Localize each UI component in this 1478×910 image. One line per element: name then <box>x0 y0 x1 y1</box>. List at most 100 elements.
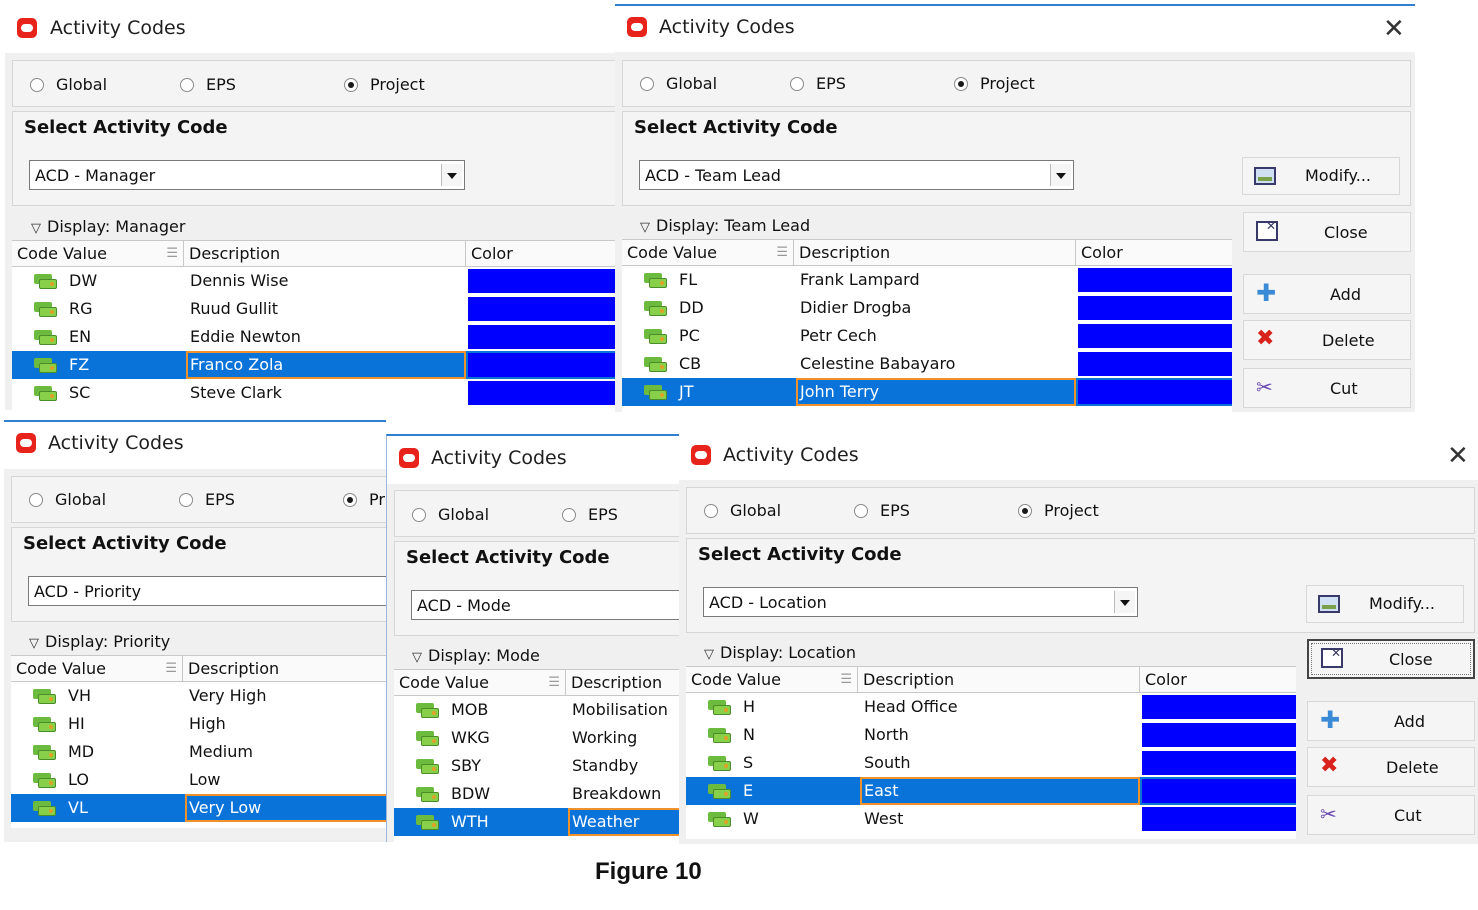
radio-global[interactable]: Global <box>704 501 781 520</box>
column-header-code-value[interactable]: Code Value ☰ <box>12 241 184 266</box>
column-header-description[interactable]: Description <box>183 656 386 681</box>
column-header-code-value[interactable]: Code Value ☰ <box>686 667 858 692</box>
column-header-color[interactable]: Color <box>1076 240 1232 265</box>
table-row-selected[interactable]: WTH Weather <box>394 808 679 836</box>
close-button[interactable]: Close <box>1243 212 1411 252</box>
close-button[interactable]: Close <box>1307 639 1475 679</box>
table-row[interactable]: S South <box>686 749 1296 777</box>
row-description-editing[interactable]: East <box>860 777 1140 805</box>
radio-global[interactable]: Global <box>640 74 717 93</box>
radio-project[interactable]: Pr <box>343 490 385 509</box>
table-row[interactable]: PC Petr Cech <box>622 322 1232 350</box>
row-code: W <box>743 809 759 828</box>
radio-indicator-selected <box>343 492 357 507</box>
row-code: FZ <box>69 355 90 374</box>
radio-global[interactable]: Global <box>30 75 107 94</box>
column-header-description[interactable]: Description <box>794 240 1076 265</box>
table-row[interactable]: EN Eddie Newton <box>12 323 615 351</box>
radio-project[interactable]: Project <box>954 74 1035 93</box>
display-toggle[interactable]: ▽ Display: Manager <box>31 217 185 236</box>
modify-button[interactable]: Modify... <box>1242 157 1400 195</box>
activity-code-dropdown[interactable]: ACD - Priority <box>28 576 386 606</box>
radio-global[interactable]: Global <box>412 505 489 524</box>
row-color-swatch <box>1142 807 1296 831</box>
close-icon[interactable]: ✕ <box>1447 443 1469 469</box>
table-row[interactable]: FL Frank Lampard <box>622 266 1232 294</box>
column-header-color[interactable]: Color <box>1140 667 1296 692</box>
radio-eps[interactable]: EPS <box>179 490 235 509</box>
row-description-editing[interactable]: Weather <box>568 808 679 836</box>
table-row[interactable]: HI High <box>11 710 386 738</box>
activity-code-dropdown[interactable]: ACD - Mode <box>411 590 679 620</box>
display-toggle[interactable]: ▽ Display: Mode <box>412 646 540 665</box>
radio-indicator <box>854 503 868 518</box>
cut-button[interactable]: ✂ Cut <box>1307 795 1475 835</box>
modify-icon <box>1254 167 1276 185</box>
display-toggle[interactable]: ▽ Display: Team Lead <box>640 216 810 235</box>
row-code: RG <box>69 299 93 318</box>
display-toggle[interactable]: ▽ Display: Priority <box>29 632 170 651</box>
activity-code-tag-icon <box>644 273 668 288</box>
activity-code-dropdown[interactable]: ACD - Location <box>703 587 1138 617</box>
select-activity-code-heading: Select Activity Code <box>406 547 610 568</box>
table-row[interactable]: BDW Breakdown <box>394 780 679 808</box>
display-toggle[interactable]: ▽ Display: Location <box>704 643 856 662</box>
table-row[interactable]: H Head Office <box>686 693 1296 721</box>
dropdown-arrow-icon[interactable] <box>1050 164 1071 186</box>
table-row-selected[interactable]: E East <box>686 777 1296 805</box>
radio-eps[interactable]: EPS <box>562 505 618 524</box>
table-row[interactable]: N North <box>686 721 1296 749</box>
row-description: Medium <box>189 742 253 761</box>
add-button[interactable]: ✚ Add <box>1307 701 1475 741</box>
table-row[interactable]: RG Ruud Gullit <box>12 295 615 323</box>
radio-project[interactable]: Project <box>344 75 425 94</box>
activity-code-tag-icon <box>33 745 57 760</box>
table-row[interactable]: W West <box>686 805 1296 833</box>
activity-code-dropdown[interactable]: ACD - Manager <box>29 160 465 190</box>
table-row-selected[interactable]: VL Very Low <box>11 794 386 822</box>
column-header-code-value[interactable]: Code Value ☰ <box>11 656 183 681</box>
radio-global[interactable]: Global <box>29 490 106 509</box>
add-button[interactable]: ✚ Add <box>1243 274 1411 314</box>
table-row[interactable]: DW Dennis Wise <box>12 267 615 295</box>
table-row[interactable]: LO Low <box>11 766 386 794</box>
row-description-editing[interactable]: Franco Zola <box>186 351 466 379</box>
radio-eps[interactable]: EPS <box>790 74 846 93</box>
table-row[interactable]: MD Medium <box>11 738 386 766</box>
modify-button[interactable]: Modify... <box>1306 585 1464 623</box>
cut-button[interactable]: ✂ Cut <box>1243 368 1411 408</box>
column-header-description[interactable]: Description <box>858 667 1140 692</box>
table-row-selected[interactable]: FZ Franco Zola <box>12 351 615 379</box>
activity-code-dropdown[interactable]: ACD - Team Lead <box>639 160 1074 190</box>
table-row[interactable]: MOB Mobilisation <box>394 696 679 724</box>
column-header-code-value[interactable]: Code Value ☰ <box>394 670 566 695</box>
table-row[interactable]: VH Very High <box>11 682 386 710</box>
modify-icon <box>1318 595 1340 613</box>
column-header-description[interactable]: Description <box>184 241 466 266</box>
row-code: BDW <box>451 784 491 803</box>
table-row[interactable]: SC Steve Clark <box>12 379 615 407</box>
table-row-selected[interactable]: JT John Terry <box>622 378 1232 406</box>
column-header-description[interactable]: Description <box>566 670 679 695</box>
row-description-editing[interactable]: Very Low <box>185 794 386 822</box>
table-row[interactable]: DD Didier Drogba <box>622 294 1232 322</box>
column-header-color[interactable]: Color <box>466 241 615 266</box>
dropdown-arrow-icon[interactable] <box>1114 591 1135 613</box>
radio-eps[interactable]: EPS <box>180 75 236 94</box>
table-row[interactable]: WKG Working <box>394 724 679 752</box>
dropdown-arrow-icon[interactable] <box>441 164 462 186</box>
delete-button[interactable]: ✖ Delete <box>1307 747 1475 787</box>
delete-button[interactable]: ✖ Delete <box>1243 320 1411 360</box>
table-row[interactable]: CB Celestine Babayaro <box>622 350 1232 378</box>
column-header-code-value[interactable]: Code Value ☰ <box>622 240 794 265</box>
row-code: JT <box>679 382 694 401</box>
row-description-editing[interactable]: John Terry <box>796 378 1076 406</box>
row-description: Mobilisation <box>572 700 668 719</box>
close-icon[interactable]: ✕ <box>1383 16 1405 42</box>
radio-project[interactable]: Project <box>1018 501 1099 520</box>
activity-codes-window-team-lead: Activity Codes ✕ Global EPS Project Sele… <box>615 4 1415 412</box>
dropdown-value: ACD - Location <box>709 593 827 612</box>
radio-eps[interactable]: EPS <box>854 501 910 520</box>
table-row[interactable]: SBY Standby <box>394 752 679 780</box>
activity-code-tag-icon <box>34 274 58 289</box>
